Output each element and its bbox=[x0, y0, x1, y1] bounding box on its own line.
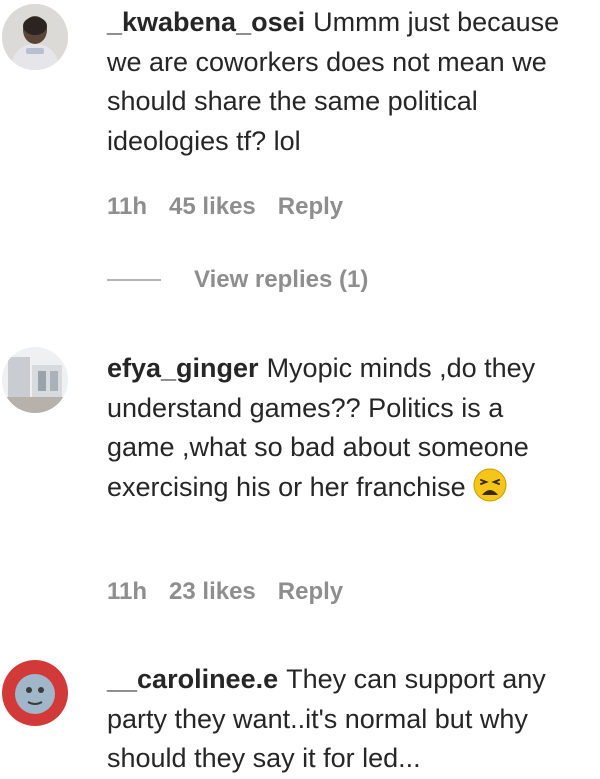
avatar[interactable] bbox=[2, 347, 68, 413]
comment-likes[interactable]: 45 likes bbox=[169, 193, 256, 220]
comment-username[interactable]: __carolinee.e bbox=[107, 664, 278, 694]
comment-username[interactable]: efya_ginger bbox=[107, 353, 259, 383]
avatar[interactable] bbox=[2, 660, 68, 726]
comment-time[interactable]: 11h bbox=[107, 578, 147, 605]
comment-time[interactable]: 11h bbox=[107, 193, 147, 220]
comment-meta: 11h 23 likes Reply bbox=[107, 578, 365, 606]
avatar[interactable] bbox=[2, 4, 68, 70]
view-replies-button[interactable]: View replies (1) bbox=[107, 263, 368, 297]
tired-face-emoji-icon bbox=[473, 468, 507, 502]
reply-button[interactable]: Reply bbox=[278, 193, 343, 220]
comment-text: __carolinee.e They can support any party … bbox=[107, 660, 577, 779]
reply-button[interactable]: Reply bbox=[278, 578, 343, 605]
view-replies-label: View replies (1) bbox=[194, 266, 369, 293]
comment-text: _kwabena_osei Ummm just because we are co… bbox=[107, 3, 577, 161]
comment-meta: 11h 45 likes Reply bbox=[107, 193, 365, 221]
divider-line bbox=[107, 279, 161, 281]
comment-likes[interactable]: 23 likes bbox=[169, 578, 256, 605]
comment-text: efya_ginger Myopic minds ,do they underst… bbox=[107, 349, 577, 507]
comment-username[interactable]: _kwabena_osei bbox=[107, 7, 305, 37]
